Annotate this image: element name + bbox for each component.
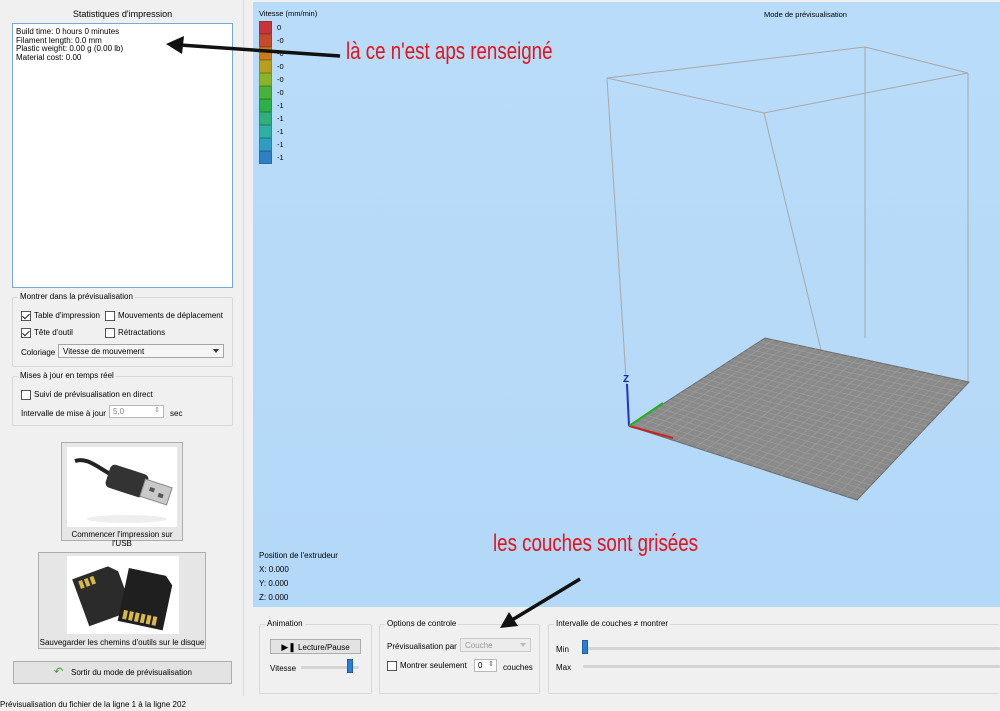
left-panel: Statistiques d'impression Build time: 0 … [0,0,244,696]
animation-group: Animation [259,619,372,694]
preview-by-value: Couche [465,641,493,650]
color-select[interactable]: Vitesse de mouvement [58,344,224,358]
save-toolpaths-label: Sauvegarder les chemins d'outils sur le … [39,638,205,647]
interval-value: 5,0 [113,407,125,416]
tool-label: Tête d'outil [34,328,73,338]
table-checkbox[interactable] [21,311,31,321]
usb-print-button[interactable]: Commencer l'impression sur l'USB [61,442,183,548]
color-label: Coloriage [21,348,56,357]
chevron-down-icon [213,349,219,353]
min-label: Min [556,645,569,654]
realtime-group: Mises à jour en temps réel [12,371,233,426]
moves-checkbox[interactable] [105,311,115,321]
extruder-title: Position de l'extrudeur [259,551,338,560]
preview-by-label: Prévisualisation par [387,642,457,651]
follow-checkbox-row[interactable]: Suivi de prévisualisation en direct [21,390,153,400]
layers-count-value: 0 [478,661,483,670]
save-toolpaths-button[interactable]: Sauvegarder les chemins d'outils sur le … [38,552,206,649]
sd-card-icon [67,556,179,634]
layers-count-spinbox[interactable]: 0 ⇕ [474,659,497,672]
interval-label: Intervalle de mise à jour [21,409,106,418]
build-volume-view: Z [606,46,970,501]
moves-checkbox-row[interactable]: Mouvements de déplacement [105,311,223,321]
only-label: Montrer seulement [400,661,467,671]
show-group-title: Montrer dans la prévisualisation [18,292,135,301]
usb-cable-icon [67,447,177,527]
interval-unit: sec [170,409,183,418]
z-axis-line [626,383,630,427]
preview-viewport[interactable]: Vitesse (mm/min) Mode de prévisualisatio… [253,2,1000,607]
annotation-bottom: les couches sont grisées [493,530,698,557]
stats-box: Build time: 0 hours 0 minutes Filament l… [12,23,233,288]
follow-label: Suivi de prévisualisation en direct [34,390,153,400]
control-group: Options de controle [379,619,540,694]
play-pause-label: Lecture/Pause [298,643,350,652]
spin-arrows-icon: ⇕ [488,661,494,668]
only-checkbox[interactable] [387,661,397,671]
color-select-value: Vitesse de mouvement [63,347,145,356]
status-bar-text: Prévisualisation du fichier de la ligne … [0,700,186,709]
play-pause-button[interactable]: ▶❚ Lecture/Pause [270,639,361,654]
layer-range-title: Intervalle de couches ≠ montrer [554,619,670,628]
table-label: Table d'impression [34,311,101,321]
stats-line: Material cost: 0.00 [16,52,82,62]
extruder-y: Y: 0.000 [259,579,289,588]
max-label: Max [556,663,572,672]
speed-label: Vitesse [270,664,297,673]
stats-title: Statistiques d'impression [72,9,173,19]
max-layer-track[interactable] [583,665,1000,668]
z-axis-label: Z [623,374,629,385]
follow-checkbox[interactable] [21,390,31,400]
interval-spinbox[interactable]: 5,0 ⇕ [109,405,164,418]
anim-speed-handle[interactable] [347,659,354,673]
control-title: Options de controle [385,619,459,628]
exit-preview-label: Sortir du mode de prévisualisation [71,668,192,677]
layers-unit: couches [503,663,533,672]
preview-by-select[interactable]: Couche [460,638,531,652]
tool-checkbox[interactable] [21,328,31,338]
moves-label: Mouvements de déplacement [118,311,223,321]
bottom-controls: Animation ▶❚ Lecture/Pause Vitesse Optio… [253,608,1000,696]
exit-preview-button[interactable]: ↶ Sortir du mode de prévisualisation [13,661,232,684]
animation-title: Animation [265,619,305,628]
print-bed [627,337,970,501]
realtime-group-title: Mises à jour en temps réel [18,371,116,380]
table-checkbox-row[interactable]: Table d'impression [21,311,100,321]
retract-label: Rétractations [118,328,166,338]
back-arrow-icon: ↶ [54,666,64,678]
play-pause-icon: ▶❚ [281,642,296,652]
extruder-x: X: 0.000 [259,565,289,574]
annotation-top: là ce n'est aps renseigné [346,38,553,65]
spin-arrows-icon: ⇕ [154,407,160,414]
retract-checkbox[interactable] [105,328,115,338]
tool-checkbox-row[interactable]: Tête d'outil [21,328,73,338]
extruder-z: Z: 0.000 [259,593,289,602]
usb-print-label: Commencer l'impression sur l'USB [71,530,173,548]
min-layer-handle[interactable] [582,640,588,654]
min-layer-track[interactable] [583,647,1000,650]
chevron-down-icon [520,643,526,647]
retract-checkbox-row[interactable]: Rétractations [105,328,165,338]
layer-range-group: Intervalle de couches ≠ montrer [548,619,1000,694]
only-checkbox-row[interactable]: Montrer seulement [387,661,467,671]
